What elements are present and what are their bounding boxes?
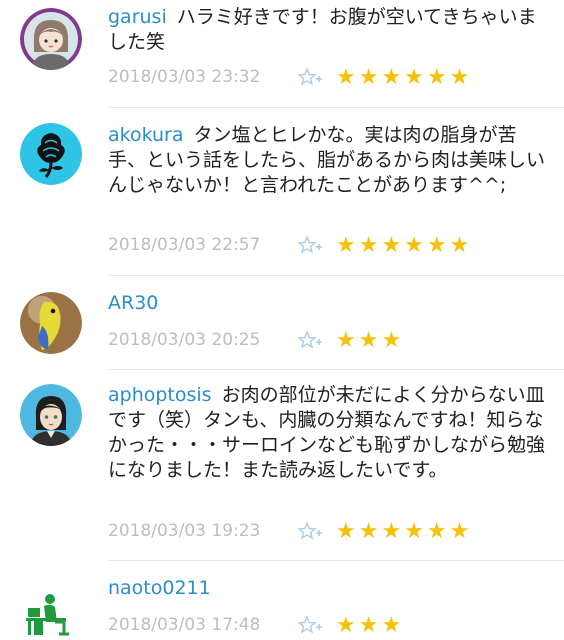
comment-meta: 2018/03/03 17:48 ★★★ (108, 612, 404, 638)
divider (108, 560, 564, 561)
comment-meta: 2018/03/03 22:57 ★★★★★★ (108, 232, 472, 258)
comment-date: 2018/03/03 17:48 (108, 615, 261, 635)
comment-date: 2018/03/03 22:57 (108, 235, 261, 255)
comment-body: ハラミ好きです！お腹が空いてきちゃいました笑 (108, 6, 537, 53)
comment-text: aphoptosis お肉の部位が未だによく分からない皿です（笑）タンも、内臓の分… (108, 383, 548, 483)
username-link[interactable]: AR30 (108, 292, 158, 314)
user-avatar[interactable] (24, 590, 74, 640)
divider (108, 275, 564, 276)
comment-date: 2018/03/03 19:23 (108, 521, 261, 541)
comment-meta: 2018/03/03 23:32 ★★★★★★ (108, 64, 472, 90)
star-rating: ★★★★★★ (336, 518, 473, 544)
username-link[interactable]: akokura (108, 124, 184, 146)
star-rating: ★★★ (336, 327, 405, 353)
comment-text: garusi ハラミ好きです！お腹が空いてきちゃいました笑 (108, 5, 548, 55)
add-star-icon[interactable] (298, 330, 322, 350)
divider (108, 369, 564, 370)
divider (108, 107, 564, 108)
add-star-icon[interactable] (298, 235, 322, 255)
comment-text: AR30 (108, 291, 548, 316)
star-rating: ★★★ (336, 612, 405, 638)
comment-meta: 2018/03/03 19:23 ★★★★★★ (108, 518, 472, 544)
add-star-icon[interactable] (298, 67, 322, 87)
user-avatar[interactable] (20, 292, 82, 354)
user-avatar[interactable] (20, 123, 82, 185)
username-link[interactable]: aphoptosis (108, 384, 212, 406)
comment-date: 2018/03/03 20:25 (108, 330, 261, 350)
comment-meta: 2018/03/03 20:25 ★★★ (108, 327, 404, 353)
user-avatar[interactable] (20, 384, 82, 446)
star-rating: ★★★★★★ (336, 64, 473, 90)
add-star-icon[interactable] (298, 521, 322, 541)
comment-date: 2018/03/03 23:32 (108, 67, 261, 87)
username-link[interactable]: garusi (108, 6, 167, 28)
user-avatar[interactable] (20, 8, 82, 70)
star-rating: ★★★★★★ (336, 232, 473, 258)
comment-text: naoto0211 (108, 576, 548, 601)
comment-text: akokura タン塩とヒレかな。実は肉の脂身が苦手、という話をしたら、脂があるか… (108, 123, 548, 198)
username-link[interactable]: naoto0211 (108, 577, 211, 599)
add-star-icon[interactable] (298, 615, 322, 635)
